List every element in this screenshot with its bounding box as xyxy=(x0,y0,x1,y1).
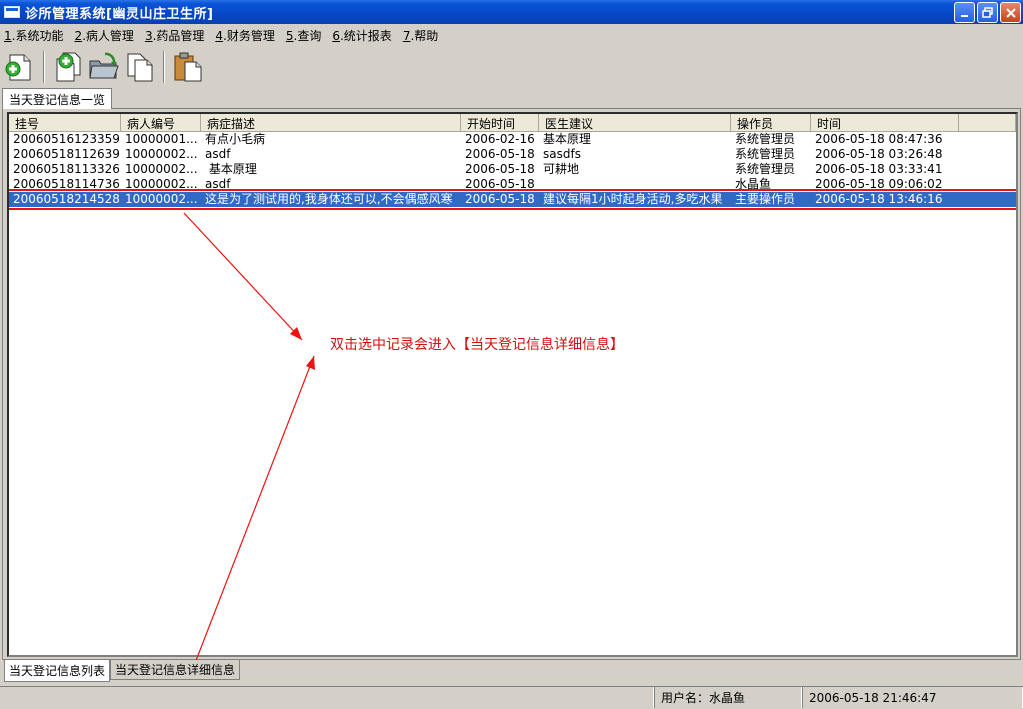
new-record-button[interactable] xyxy=(2,49,38,85)
status-blank xyxy=(0,687,654,708)
toolbar-separator xyxy=(163,51,165,83)
paste-button[interactable] xyxy=(170,49,206,85)
table-row[interactable]: 20060518114736 10000002... asdf 2006-05-… xyxy=(9,177,1016,192)
menu-medicine[interactable]: 3.药品管理 xyxy=(145,27,204,44)
minimize-icon[interactable] xyxy=(954,2,975,23)
cell-patient-id: 10000002... xyxy=(125,192,198,206)
copy-icon xyxy=(127,53,153,82)
cell-symptoms: 有点小毛病 xyxy=(205,132,266,146)
close-icon[interactable] xyxy=(1000,2,1021,23)
table-row-selected[interactable]: 20060518214528 10000002... 这是为了测试用的,我身体还… xyxy=(9,189,1016,210)
column-header-operator[interactable]: 操作员 xyxy=(731,114,811,132)
cell-start-time: 2006-05-18 xyxy=(465,192,535,206)
cell-start-time: 2006-05-18 xyxy=(465,162,535,176)
new-doc-plus-icon xyxy=(5,54,31,81)
table-row[interactable]: 20060518113326 10000002... 基本原理 2006-05-… xyxy=(9,162,1016,177)
status-bar: 用户名：水晶鱼 2006-05-18 21:46:47 xyxy=(0,686,1023,709)
annotation-text: 双击选中记录会进入【当天登记信息详细信息】 xyxy=(330,337,624,353)
copy-plus-icon xyxy=(56,52,81,82)
restore-icon[interactable] xyxy=(977,2,998,23)
app-window-icon xyxy=(4,6,20,18)
toolbar xyxy=(0,47,1023,87)
tab-today-registrations[interactable]: 当天登记信息一览 xyxy=(2,88,113,109)
cell-advice: 建议每隔1小时起身活动,多吃水果 xyxy=(543,192,723,206)
column-header-reg[interactable]: 挂号 xyxy=(9,114,121,132)
window-controls xyxy=(954,2,1021,23)
cell-time: 2006-05-18 03:26:48 xyxy=(815,147,943,161)
menu-help[interactable]: 7.帮助 xyxy=(403,27,438,44)
cell-patient-id: 10000002... xyxy=(125,162,198,176)
cell-time: 2006-05-18 09:06:02 xyxy=(815,177,943,191)
menu-query[interactable]: 5.查询 xyxy=(286,27,321,44)
cell-reg: 20060518114736 xyxy=(13,177,120,191)
table-row[interactable]: 20060516123359 10000001... 有点小毛病 2006-02… xyxy=(9,132,1016,147)
cell-reg: 20060518112639 xyxy=(13,147,120,161)
cell-patient-id: 10000002... xyxy=(125,177,198,191)
menu-bar: 1.系统功能 2.病人管理 3.药品管理 4.财务管理 5.查询 6.统计报表 … xyxy=(0,25,1023,46)
save-button[interactable] xyxy=(86,49,122,85)
menu-system[interactable]: 1.系统功能 xyxy=(4,27,63,44)
cell-symptoms: asdf xyxy=(205,147,231,161)
cell-symptoms: 基本原理 xyxy=(205,162,257,176)
column-header-start-time[interactable]: 开始时间 xyxy=(461,114,539,132)
cell-symptoms: 这是为了测试用的,我身体还可以,不会偶感风寒 xyxy=(205,192,453,206)
cell-patient-id: 10000002... xyxy=(125,147,198,161)
cell-operator: 系统管理员 xyxy=(735,162,796,176)
cell-operator: 水晶鱼 xyxy=(735,177,772,191)
copy-button[interactable] xyxy=(122,49,158,85)
cell-time: 2006-05-18 13:46:16 xyxy=(815,192,943,206)
tab-registration-detail[interactable]: 当天登记信息详细信息 xyxy=(110,660,241,680)
column-header-blank xyxy=(959,114,1016,132)
cell-operator: 主要操作员 xyxy=(735,192,796,206)
table-row[interactable]: 20060518112639 10000002... asdf 2006-05-… xyxy=(9,147,1016,162)
paste-icon xyxy=(174,52,202,82)
cell-reg: 20060518113326 xyxy=(13,162,120,176)
column-header-time[interactable]: 时间 xyxy=(811,114,959,132)
menu-patient[interactable]: 2.病人管理 xyxy=(74,27,133,44)
title-bar: 诊所管理系统[幽灵山庄卫生所] xyxy=(0,0,1023,24)
status-user: 用户名：水晶鱼 xyxy=(654,687,802,708)
list-header: 挂号 病人编号 病症描述 开始时间 医生建议 操作员 时间 xyxy=(9,114,1016,132)
add-button[interactable] xyxy=(50,49,86,85)
cell-start-time: 2006-05-18 xyxy=(465,147,535,161)
cell-patient-id: 10000001... xyxy=(125,132,198,146)
status-datetime: 2006-05-18 21:46:47 xyxy=(802,687,1023,708)
registration-list[interactable]: 挂号 病人编号 病症描述 开始时间 医生建议 操作员 时间 2006051612… xyxy=(7,112,1018,657)
column-header-patient-id[interactable]: 病人编号 xyxy=(121,114,201,132)
folder-save-icon xyxy=(89,52,119,79)
window-title: 诊所管理系统[幽灵山庄卫生所] xyxy=(25,6,214,22)
column-header-symptoms[interactable]: 病症描述 xyxy=(201,114,461,132)
cell-advice: 基本原理 xyxy=(543,132,592,146)
cell-advice: 可耕地 xyxy=(543,162,580,176)
cell-advice: sasdfs xyxy=(543,147,581,161)
cell-start-time: 2006-02-16 xyxy=(465,132,535,146)
bottom-tab-strip: 当天登记信息列表 当天登记信息详细信息 xyxy=(4,660,241,682)
cell-start-time: 2006-05-18 xyxy=(465,177,535,191)
cell-operator: 系统管理员 xyxy=(735,147,796,161)
column-header-advice[interactable]: 医生建议 xyxy=(539,114,731,132)
main-panel: 挂号 病人编号 病症描述 开始时间 医生建议 操作员 时间 2006051612… xyxy=(2,108,1021,660)
toolbar-separator xyxy=(43,51,45,83)
cell-reg: 20060518214528 xyxy=(13,192,120,206)
tab-registration-list[interactable]: 当天登记信息列表 xyxy=(4,660,111,682)
cell-operator: 系统管理员 xyxy=(735,132,796,146)
cell-time: 2006-05-18 08:47:36 xyxy=(815,132,943,146)
cell-symptoms: asdf xyxy=(205,177,231,191)
cell-time: 2006-05-18 03:33:41 xyxy=(815,162,943,176)
cell-reg: 20060516123359 xyxy=(13,132,120,146)
menu-finance[interactable]: 4.财务管理 xyxy=(215,27,274,44)
menu-reports[interactable]: 6.统计报表 xyxy=(332,27,391,44)
